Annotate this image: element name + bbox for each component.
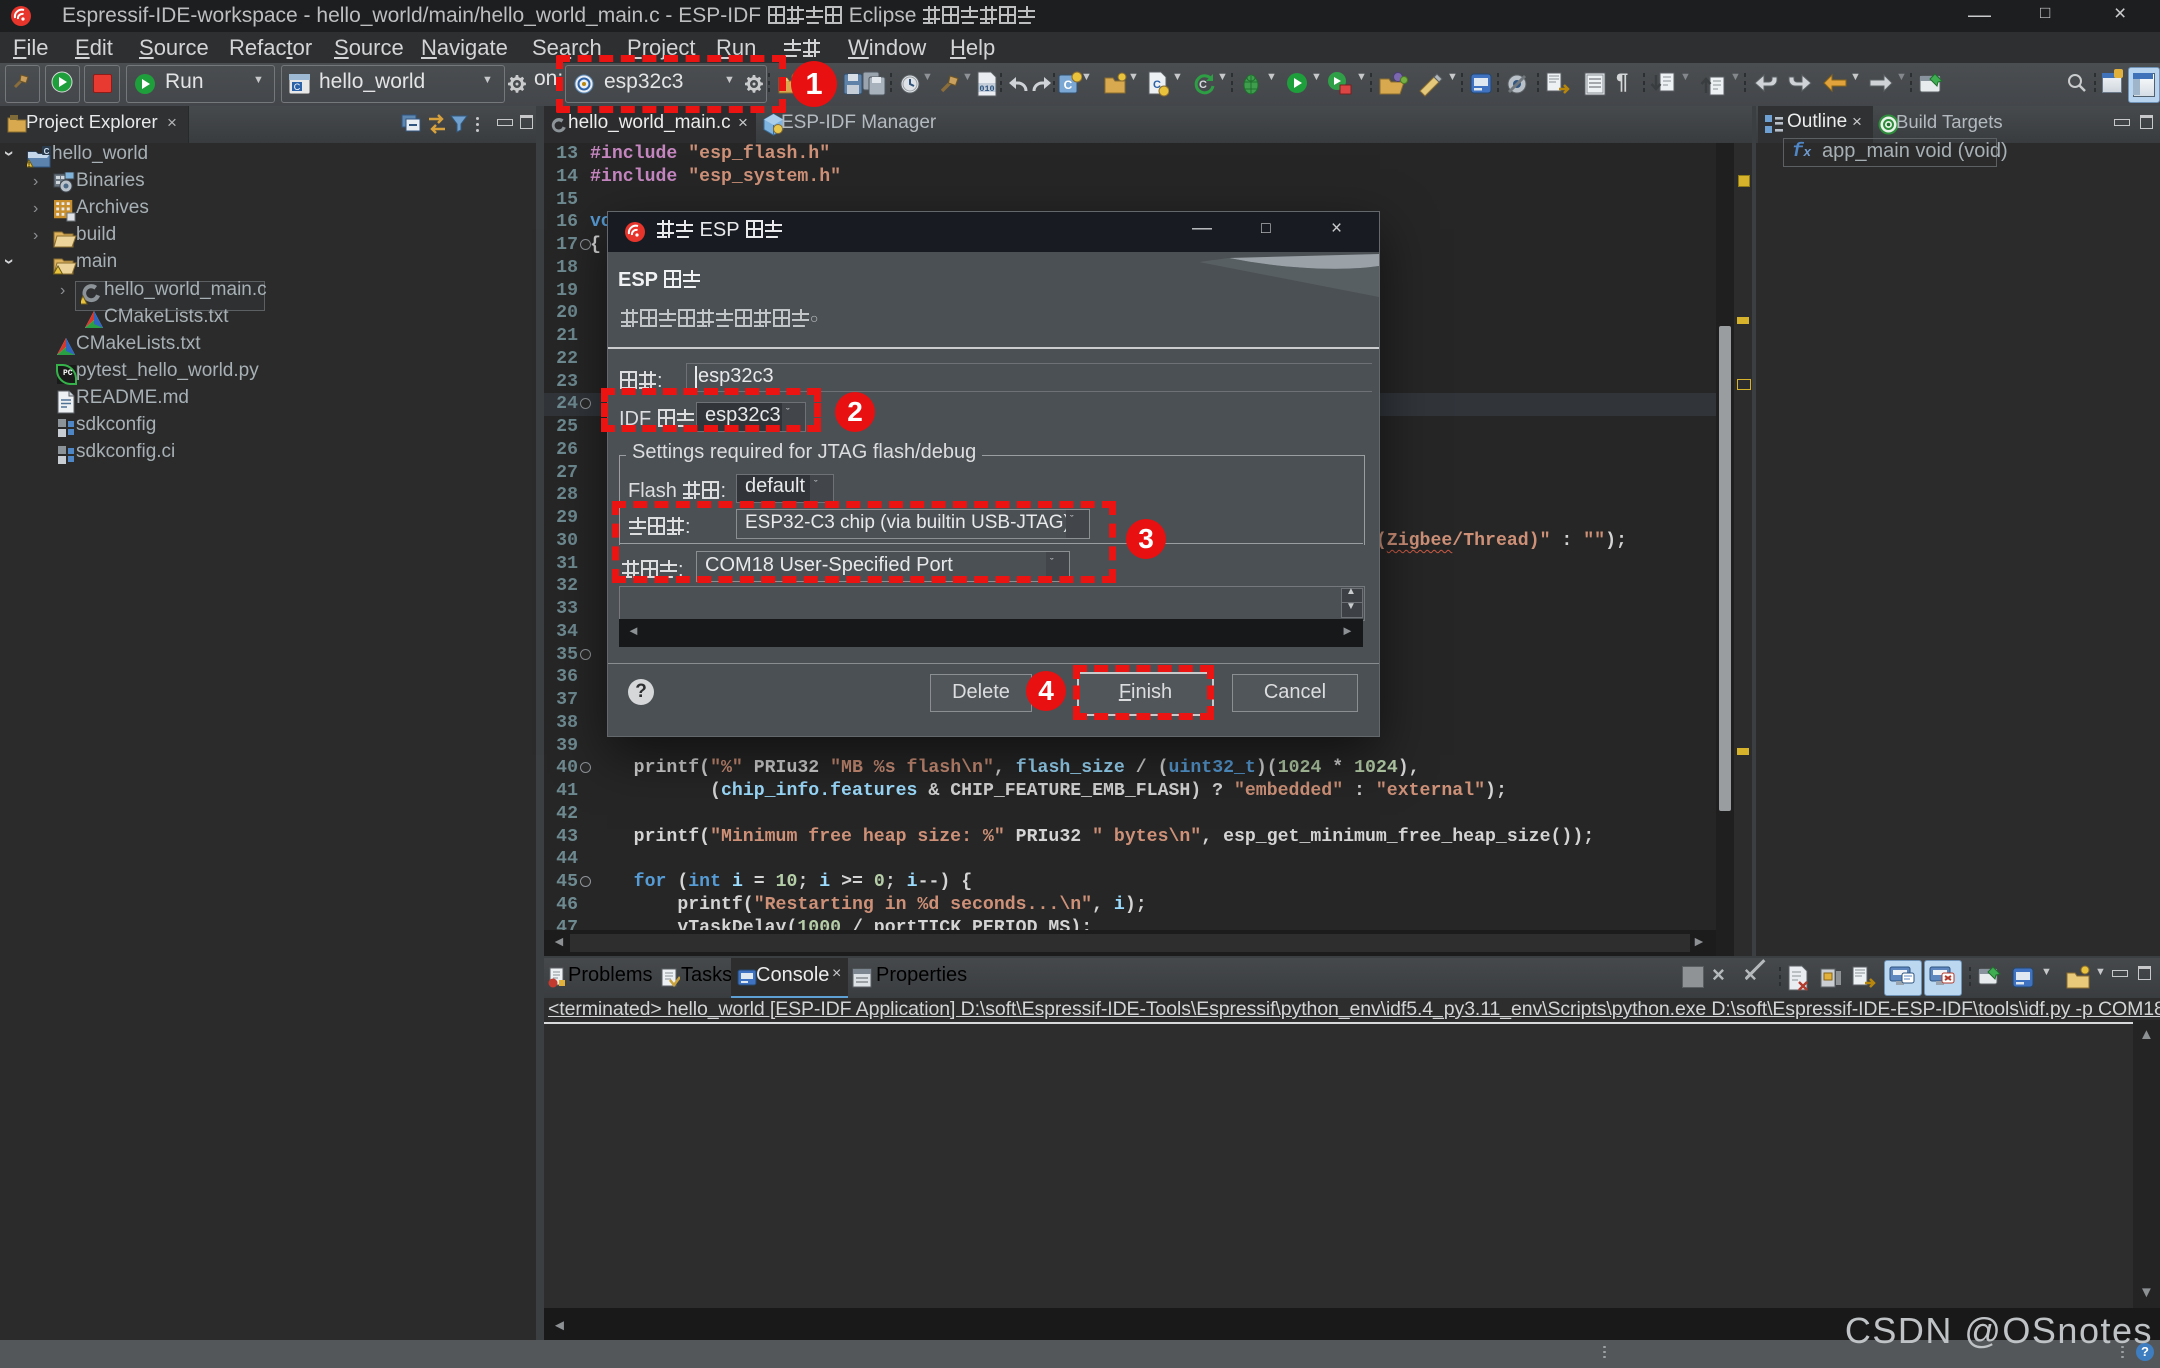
svg-text:C: C — [1064, 78, 1073, 92]
svg-text:C: C — [294, 82, 301, 92]
svg-text:PC: PC — [63, 369, 73, 378]
svg-text:C: C — [44, 147, 50, 156]
svg-text:C: C — [1199, 79, 1207, 91]
svg-text:010: 010 — [979, 84, 994, 94]
svg-text:!: ! — [28, 162, 30, 168]
